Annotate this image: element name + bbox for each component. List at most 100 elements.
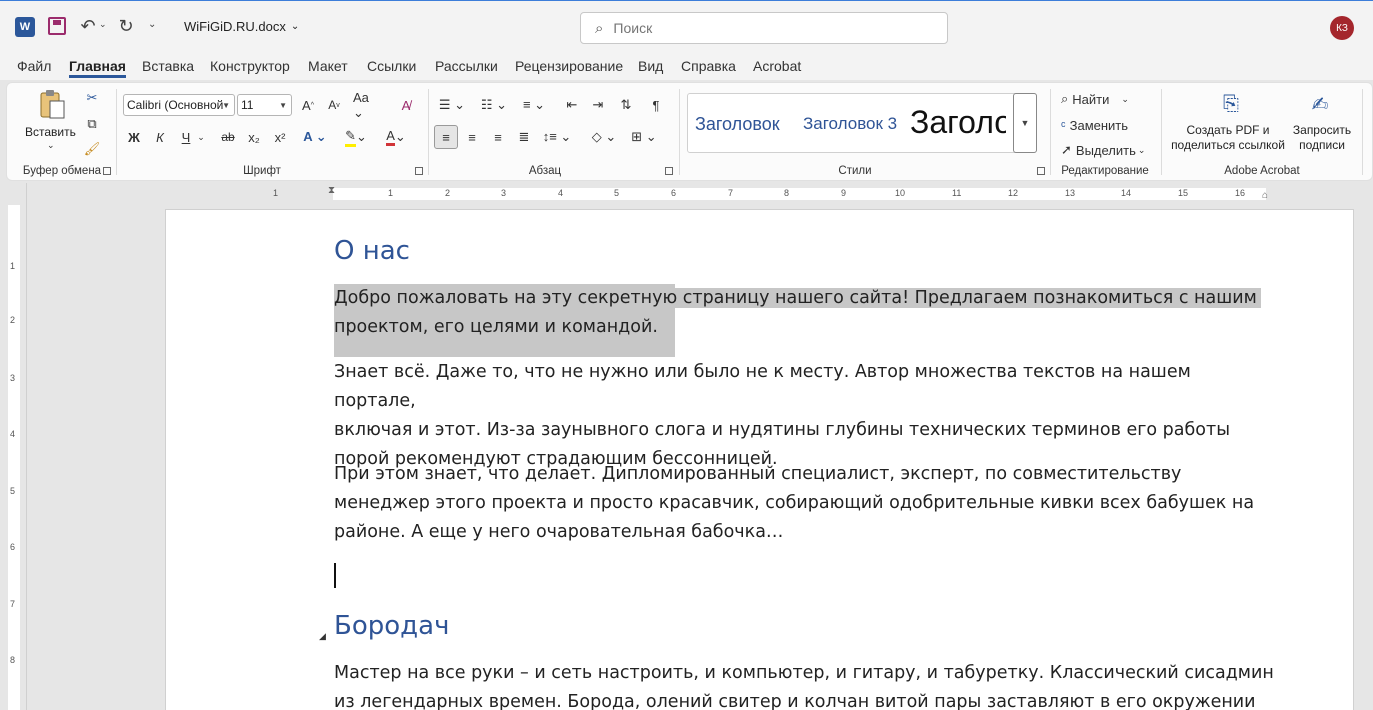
tab-file[interactable]: Файл [17, 58, 51, 74]
font-size-combo[interactable]: 11 ▼ [237, 94, 292, 116]
horizontal-ruler[interactable]: 1 ⧗ 1 2 3 4 5 6 7 8 9 10 11 12 13 14 15 … [165, 185, 1353, 203]
text-line: Знает всё. Даже то, что не нужно или был… [334, 362, 1191, 411]
save-icon[interactable] [48, 17, 66, 35]
chevron-down-icon: ⌄ [1137, 144, 1146, 155]
numbering-icon[interactable]: ☷ ⌄ [479, 95, 509, 115]
text-cursor [334, 563, 336, 588]
ruler-number: 14 [1121, 188, 1132, 198]
subscript-button[interactable]: x₂ [245, 127, 263, 147]
ruler-number: 12 [1008, 188, 1019, 198]
find-button[interactable]: ⌕ Найти ⌄ [1061, 89, 1129, 109]
style-title[interactable]: Заголо [910, 104, 1006, 141]
tab-review[interactable]: Рецензирование [515, 58, 623, 74]
multilevel-list-icon[interactable]: ≡ ⌄ [519, 95, 549, 115]
replace-button[interactable]: ᶜ Заменить [1061, 115, 1128, 135]
heading-about[interactable]: О нас [334, 237, 410, 266]
bullets-icon[interactable]: ☰ ⌄ [437, 95, 467, 115]
copy-icon[interactable]: ⧉ [83, 115, 101, 133]
paragraph-bio-2[interactable]: При этом знает, что делает. Дипломирован… [334, 460, 1274, 547]
cut-icon[interactable]: ✂ [83, 89, 101, 107]
text-line: включая и этот. Из-за заунывного слога и… [334, 420, 1231, 440]
highlight-color-icon[interactable]: ✎ ⌄ [341, 127, 371, 147]
tab-layout[interactable]: Макет [308, 58, 348, 74]
align-center-icon[interactable]: ≡ [463, 127, 481, 147]
tab-help[interactable]: Справка [681, 58, 736, 74]
request-signature-button[interactable]: Запросить подписи [1287, 123, 1357, 153]
paragraph-welcome[interactable]: Добро пожаловать на эту секретную страни… [334, 284, 1274, 342]
group-divider [428, 89, 429, 175]
right-indent-marker-icon[interactable]: ⌂ [1262, 190, 1268, 201]
undo-dropdown-icon[interactable]: ⌄ [99, 19, 107, 30]
show-formatting-icon[interactable]: ¶ [647, 95, 665, 115]
tab-references[interactable]: Ссылки [367, 58, 416, 74]
tab-mailings[interactable]: Рассылки [435, 58, 498, 74]
styles-launcher-icon[interactable] [1037, 167, 1045, 175]
align-left-icon[interactable]: ≡ [434, 125, 458, 149]
ribbon: Вставить ⌄ ✂ ⧉ 🖌 Буфер обмена Calibri (О… [6, 82, 1373, 181]
underline-button[interactable]: Ч [177, 127, 195, 147]
create-pdf-line1: Создать PDF и [1186, 123, 1270, 137]
heading-bearded[interactable]: Бородач [334, 612, 449, 641]
clear-formatting-icon[interactable]: A̸ [397, 95, 415, 115]
create-pdf-button[interactable]: Создать PDF и поделиться ссылкой [1167, 123, 1289, 153]
search-input[interactable] [613, 20, 914, 36]
document-page[interactable]: О нас Добро пожаловать на эту секретную … [165, 209, 1354, 710]
line-spacing-icon[interactable]: ↕≡ ⌄ [541, 127, 573, 147]
paste-button-label[interactable]: Вставить [25, 125, 76, 140]
ruler-number: 13 [1065, 188, 1076, 198]
customize-qat-icon[interactable]: ⌄ [148, 19, 156, 30]
tab-acrobat[interactable]: Acrobat [753, 58, 801, 74]
style-heading[interactable]: Заголовок [695, 114, 780, 135]
paste-icon[interactable] [37, 89, 67, 119]
indent-marker-icon[interactable]: ⧗ [328, 185, 335, 196]
text-effects-icon[interactable]: A ⌄ [301, 127, 329, 147]
increase-indent-icon[interactable]: ⇥ [589, 95, 607, 115]
paste-dropdown-icon[interactable]: ⌄ [47, 140, 55, 151]
paragraph-bearded[interactable]: Мастер на все руки – и сеть настроить, и… [334, 659, 1274, 710]
ruler-number: 10 [895, 188, 906, 198]
bold-button[interactable]: Ж [125, 127, 143, 147]
ruler-number: 16 [1235, 188, 1246, 198]
styles-more-icon[interactable]: ▼ [1013, 93, 1037, 153]
shrink-font-icon[interactable]: Av [325, 95, 343, 115]
superscript-button[interactable]: x² [271, 127, 289, 147]
tab-design[interactable]: Конструктор [210, 58, 290, 74]
tab-view[interactable]: Вид [638, 58, 663, 74]
font-color-icon[interactable]: A ⌄ [381, 127, 411, 147]
paragraph-bio-1[interactable]: Знает всё. Даже то, что не нужно или был… [334, 358, 1274, 474]
style-heading-3[interactable]: Заголовок 3 [803, 114, 897, 134]
select-button[interactable]: ➚ Выделить ⌄ [1061, 140, 1145, 160]
format-painter-icon[interactable]: 🖌 [83, 140, 101, 158]
ruler-number: 7 [10, 599, 16, 609]
change-case-icon[interactable]: Aa ⌄ [353, 90, 381, 120]
tab-home[interactable]: Главная [69, 58, 126, 78]
tab-insert[interactable]: Вставка [142, 58, 194, 74]
vertical-ruler[interactable]: 1 2 3 4 5 6 7 8 [0, 205, 26, 710]
request-sign-line2: подписи [1299, 138, 1345, 152]
avatar[interactable]: КЗ [1330, 16, 1354, 40]
justify-icon[interactable]: ≣ [515, 127, 533, 147]
italic-button[interactable]: К [151, 127, 169, 147]
document-title[interactable]: WiFiGiD.RU.docx ⌄ [184, 19, 299, 34]
group-divider [116, 89, 117, 175]
borders-icon[interactable]: ⊞ ⌄ [629, 127, 659, 147]
redo-icon[interactable]: ↻ [116, 15, 136, 37]
ruler-number: 8 [10, 655, 16, 665]
decrease-indent-icon[interactable]: ⇤ [563, 95, 581, 115]
paragraph-launcher-icon[interactable] [665, 167, 673, 175]
strikethrough-button[interactable]: ab [219, 127, 237, 147]
request-signature-icon[interactable]: ✍ [1305, 89, 1335, 119]
pdf-share-icon[interactable]: ⎘ [1217, 89, 1245, 119]
shading-icon[interactable]: ◇ ⌄ [589, 127, 619, 147]
search-box[interactable]: ⌕ [580, 12, 948, 44]
font-launcher-icon[interactable] [415, 167, 423, 175]
undo-icon[interactable]: ↶ [78, 15, 98, 37]
text-line: районе. А еще у него очаровательная бабо… [334, 522, 784, 542]
collapse-heading-icon[interactable]: ◢ [319, 623, 326, 652]
font-name-combo[interactable]: Calibri (Основной ▼ [123, 94, 235, 116]
clipboard-launcher-icon[interactable] [103, 167, 111, 175]
sort-icon[interactable]: ⇅ [617, 95, 635, 115]
align-right-icon[interactable]: ≡ [489, 127, 507, 147]
underline-dropdown-icon[interactable]: ⌄ [196, 127, 206, 147]
grow-font-icon[interactable]: A ^ [299, 95, 317, 115]
